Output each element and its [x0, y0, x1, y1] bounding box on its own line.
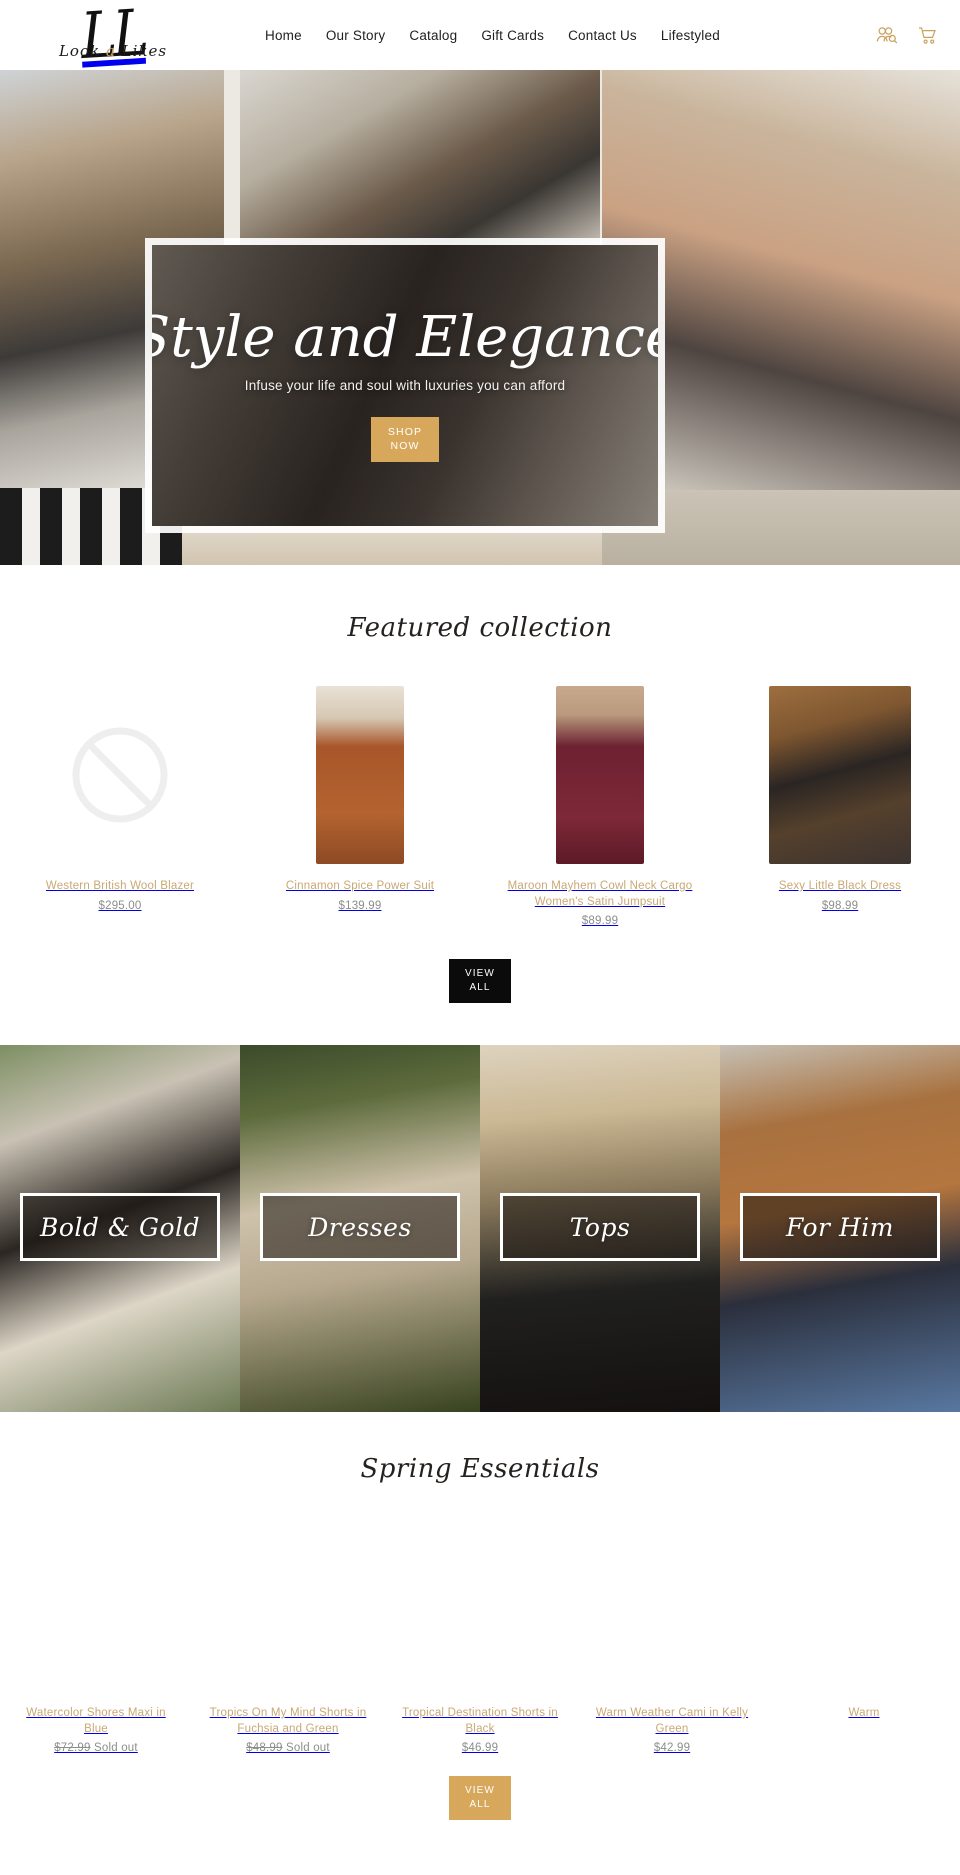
product-price: $48.99 Sold out	[200, 1742, 376, 1754]
product-title: Tropics On My Mind Shorts in Fuchsia and…	[209, 1707, 367, 1735]
product-price: $72.99 Sold out	[8, 1742, 184, 1754]
site-header: LL Look a Likes Home Our Story Catalog G…	[0, 0, 960, 73]
spring-essentials-title: Spring Essentials	[360, 1454, 600, 1485]
spring-essentials-section: Spring Essentials Watercolor Shores Maxi…	[0, 1412, 960, 1821]
product-title: Tropical Destination Shorts in Black	[402, 1707, 558, 1735]
collection-tiles: Bold & Gold Dresses Tops For Him	[0, 1045, 960, 1413]
product-card[interactable]: Cinnamon Spice Power Suit $139.99	[240, 685, 480, 927]
product-image	[730, 685, 950, 865]
product-image	[392, 1524, 568, 1693]
product-card[interactable]: Western British Wool Blazer $295.00	[0, 685, 240, 927]
view-all-line2: ALL	[469, 982, 491, 994]
collection-tile-label: Tops	[569, 1212, 631, 1242]
site-logo[interactable]: LL Look a Likes	[18, 0, 208, 74]
collection-tile-label-frame: For Him	[740, 1193, 940, 1262]
cart-icon[interactable]	[918, 26, 938, 45]
product-sold-out-status: Sold out	[93, 1742, 138, 1755]
header-icon-group	[876, 0, 938, 70]
shop-now-line2: NOW	[390, 440, 420, 453]
main-navigation: Home Our Story Catalog Gift Cards Contac…	[265, 0, 720, 70]
nav-item-gift-cards[interactable]: Gift Cards	[481, 28, 544, 43]
logo-word-a: a	[105, 42, 116, 60]
collection-tile-label-frame: Tops	[500, 1193, 700, 1262]
hero-text-block: Style and Elegance Infuse your life and …	[152, 245, 658, 526]
product-price: $42.99	[653, 1742, 691, 1755]
collection-tile-label-frame: Bold & Gold	[20, 1193, 220, 1262]
collection-tile-label: Bold & Gold	[39, 1212, 201, 1242]
spring-product-grid: Watercolor Shores Maxi in Blue $72.99 So…	[0, 1524, 960, 1754]
collection-tile-label: Dresses	[308, 1212, 412, 1242]
spring-view-all-line1: VIEW	[465, 1785, 495, 1797]
product-title: Western British Wool Blazer	[45, 880, 195, 892]
collection-tile-label-frame: Dresses	[260, 1193, 460, 1262]
product-card[interactable]: Warm Weather Cami in Kelly Green $42.99	[576, 1524, 768, 1754]
shop-now-line1: SHOP	[387, 426, 423, 439]
hero-card: Style and Elegance Infuse your life and …	[145, 238, 665, 533]
product-image	[200, 1524, 376, 1693]
product-price-was: $48.99	[246, 1742, 283, 1755]
spring-view-all-line2: ALL	[469, 1799, 491, 1811]
product-title: Sexy Little Black Dress	[778, 880, 902, 892]
product-card[interactable]: Maroon Mayhem Cowl Neck Cargo Women's Sa…	[480, 685, 720, 927]
product-image	[250, 685, 470, 865]
logo-word-likes: Likes	[121, 42, 168, 60]
featured-collection-title: Featured collection	[347, 613, 613, 643]
product-price: $139.99	[338, 899, 382, 912]
view-all-wrapper: VIEW ALL	[0, 959, 960, 1045]
shop-now-button[interactable]: SHOP NOW	[371, 417, 439, 462]
collection-tile-for-him[interactable]: For Him	[720, 1045, 960, 1413]
product-title: Warm	[848, 1707, 880, 1720]
logo-wordmark: Look a Likes	[59, 42, 167, 60]
collection-tile-tops[interactable]: Tops	[480, 1045, 720, 1413]
view-all-button[interactable]: VIEW ALL	[449, 959, 511, 1004]
featured-collection-section: Featured collection Western British Wool…	[0, 565, 960, 1046]
product-card[interactable]: Warm	[768, 1524, 960, 1754]
product-sold-out-status: Sold out	[285, 1742, 330, 1755]
spring-view-all-button[interactable]: VIEW ALL	[449, 1776, 511, 1821]
product-title: Cinnamon Spice Power Suit	[285, 880, 435, 892]
product-title: Watercolor Shores Maxi in Blue	[26, 1707, 166, 1735]
hero-title: Style and Elegance	[152, 305, 658, 371]
nav-item-home[interactable]: Home	[265, 28, 302, 43]
hero-photo-center-top	[240, 70, 600, 250]
product-image	[776, 1524, 952, 1693]
hero-subtitle: Infuse your life and soul with luxuries …	[244, 378, 566, 394]
spring-view-all-wrapper: VIEW ALL	[0, 1776, 960, 1821]
product-price: $89.99	[581, 915, 619, 928]
product-image	[584, 1524, 760, 1693]
nav-item-lifestyled[interactable]: Lifestyled	[661, 28, 720, 43]
hero-card-inner: Style and Elegance Infuse your life and …	[152, 245, 658, 526]
product-title: Maroon Mayhem Cowl Neck Cargo Women's Sa…	[507, 880, 693, 908]
product-price: $295.00	[98, 899, 142, 912]
product-price: $46.99	[461, 1742, 499, 1755]
hero-section: Style and Elegance Infuse your life and …	[0, 70, 960, 565]
product-image	[490, 685, 710, 865]
product-card[interactable]: Watercolor Shores Maxi in Blue $72.99 So…	[0, 1524, 192, 1754]
collection-tile-label: For Him	[786, 1212, 894, 1242]
collection-tile-dresses[interactable]: Dresses	[240, 1045, 480, 1413]
logo-word-look: Look	[58, 42, 101, 60]
product-price: $98.99	[821, 899, 859, 912]
nav-item-contact-us[interactable]: Contact Us	[568, 28, 637, 43]
product-card[interactable]: Tropical Destination Shorts in Black $46…	[384, 1524, 576, 1754]
collection-tile-bold-and-gold[interactable]: Bold & Gold	[0, 1045, 240, 1413]
product-title: Warm Weather Cami in Kelly Green	[595, 1707, 749, 1735]
view-all-line1: VIEW	[465, 968, 495, 980]
storefront-homepage: LL Look a Likes Home Our Story Catalog G…	[0, 0, 960, 1821]
product-image	[8, 1524, 184, 1693]
product-card[interactable]: Sexy Little Black Dress $98.99	[720, 685, 960, 927]
featured-product-grid: Western British Wool Blazer $295.00 Cinn…	[0, 685, 960, 927]
nav-item-our-story[interactable]: Our Story	[326, 28, 386, 43]
account-search-icon[interactable]	[876, 26, 898, 44]
product-image	[10, 685, 230, 865]
product-price-was: $72.99	[54, 1742, 91, 1755]
nav-item-catalog[interactable]: Catalog	[409, 28, 457, 43]
product-card[interactable]: Tropics On My Mind Shorts in Fuchsia and…	[192, 1524, 384, 1754]
